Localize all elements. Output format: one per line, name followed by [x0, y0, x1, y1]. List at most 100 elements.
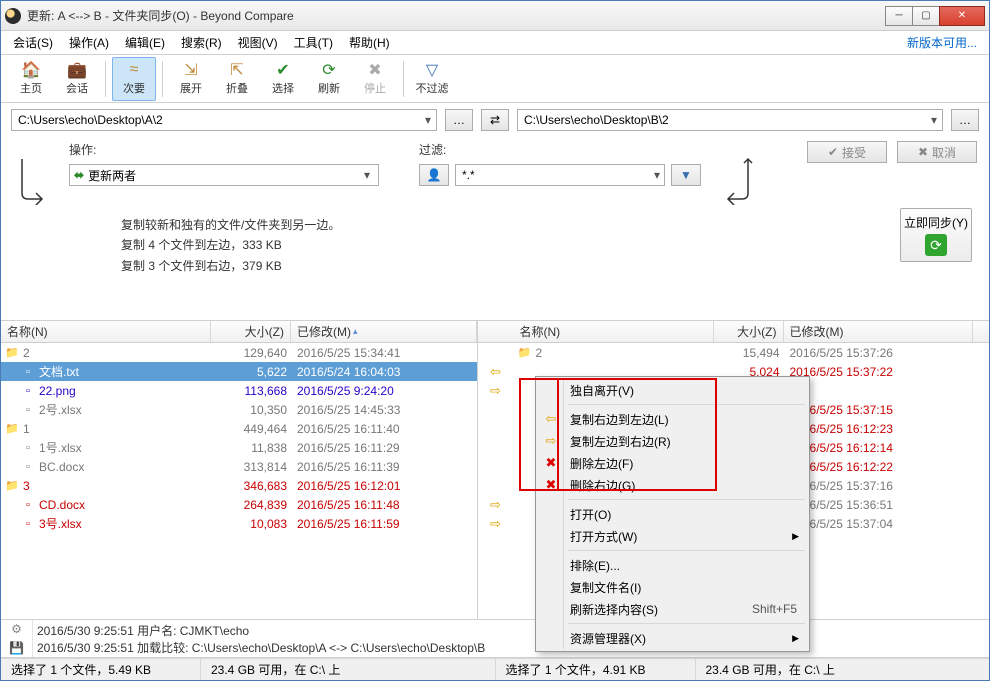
table-row[interactable]: ▫CD.docx 264,839 2016/5/25 16:11:48	[1, 495, 477, 514]
operation-dropdown[interactable]: ⬌ 更新两者 ▾	[69, 164, 379, 186]
left-flow-arrow	[13, 141, 49, 205]
col-name[interactable]: 名称(N)	[514, 321, 714, 342]
sync-direction-cell	[478, 457, 514, 476]
minimize-button[interactable]: ─	[885, 6, 913, 26]
toolbar: 🏠主页 💼会话 ≈次要 ⇲展开 ⇱折叠 ✔选择 ⟳刷新 ✖停止 ▽不过滤	[1, 55, 989, 103]
folder-icon: 📁	[5, 422, 19, 436]
file-icon: ▫	[21, 384, 35, 398]
sync-icon: ⟳	[925, 234, 947, 256]
table-row[interactable]: 📁2 129,640 2016/5/25 15:34:41	[1, 343, 477, 362]
right-browse-button[interactable]: …	[951, 109, 979, 131]
filter-label: 过滤:	[419, 141, 701, 158]
close-button[interactable]: ✕	[939, 6, 985, 26]
log-line: 2016/5/30 9:25:51 用户名: CJMKT\echo	[37, 622, 985, 639]
table-row[interactable]: ▫22.png 113,668 2016/5/25 9:24:20	[1, 381, 477, 400]
menu-edit[interactable]: 编辑(E)	[119, 32, 171, 53]
file-panes: 名称(N) 大小(Z) 已修改(M) 📁2 129,640 2016/5/25 …	[1, 320, 989, 620]
status-free-right: 23.4 GB 可用，在 C:\ 上	[696, 659, 990, 680]
sync-direction-cell	[478, 476, 514, 495]
ctx-delete-left[interactable]: ✖删除左边(F)	[538, 452, 807, 474]
maximize-button[interactable]: ▢	[912, 6, 940, 26]
file-icon: ▫	[21, 517, 35, 531]
folder-icon: 📁	[5, 346, 19, 360]
table-row[interactable]: ▫1号.xlsx 11,838 2016/5/25 16:11:29	[1, 438, 477, 457]
operation-area: 操作: ⬌ 更新两者 ▾ 过滤: 👤 ▾ ▼ ✔接受 ✖取消	[1, 137, 989, 215]
left-browse-button[interactable]: …	[445, 109, 473, 131]
menu-actions[interactable]: 操作(A)	[63, 32, 115, 53]
table-row[interactable]: 📁1 449,464 2016/5/25 16:11:40	[1, 419, 477, 438]
table-row[interactable]: ▫文档.txt 5,622 2016/5/24 16:04:03	[1, 362, 477, 381]
sessions-button[interactable]: 💼会话	[55, 57, 99, 101]
sync-both-icon: ⬌	[74, 168, 84, 182]
ctx-delete-right[interactable]: ✖删除右边(G)	[538, 474, 807, 496]
table-row[interactable]: ▫2号.xlsx 10,350 2016/5/25 14:45:33	[1, 400, 477, 419]
ctx-copy-filename[interactable]: 复制文件名(I)	[538, 576, 807, 598]
update-available-link[interactable]: 新版本可用...	[901, 32, 983, 53]
select-button[interactable]: ✔选择	[261, 57, 305, 101]
chevron-down-icon: ▾	[360, 168, 374, 182]
col-size[interactable]: 大小(Z)	[211, 321, 291, 342]
col-modified[interactable]: 已修改(M)	[784, 321, 974, 342]
refresh-button[interactable]: ⟳刷新	[307, 57, 351, 101]
folder-icon: 📁	[518, 346, 532, 360]
menu-help[interactable]: 帮助(H)	[343, 32, 396, 53]
ctx-isolate[interactable]: 独自离开(V)	[538, 379, 807, 401]
ctx-refresh-selection[interactable]: 刷新选择内容(S)Shift+F5	[538, 598, 807, 620]
menu-search[interactable]: 搜索(R)	[175, 32, 228, 53]
status-bar: 选择了 1 个文件，5.49 KB 23.4 GB 可用，在 C:\ 上 选择了…	[1, 658, 989, 680]
sync-arrow-column: ⇦⇨⇨⇨	[478, 321, 514, 619]
delete-icon: ✖	[543, 477, 559, 493]
home-icon: 🏠	[22, 61, 40, 79]
menu-view[interactable]: 视图(V)	[232, 32, 284, 53]
table-row[interactable]: ▫3号.xlsx 10,083 2016/5/25 16:11:59	[1, 514, 477, 533]
sync-now-button[interactable]: 立即同步(Y) ⟳	[900, 208, 972, 262]
path-row: ▾ … ⇄ ▾ …	[1, 103, 989, 137]
gear-icon[interactable]: ⚙	[11, 622, 22, 636]
menu-tools[interactable]: 工具(T)	[288, 32, 339, 53]
dropdown-icon[interactable]: ▾	[926, 113, 942, 127]
collapse-button[interactable]: ⇱折叠	[215, 57, 259, 101]
left-path-box[interactable]: ▾	[11, 109, 437, 131]
left-pane: 名称(N) 大小(Z) 已修改(M) 📁2 129,640 2016/5/25 …	[1, 321, 478, 619]
file-icon: ▫	[21, 403, 35, 417]
ctx-explorer[interactable]: 资源管理器(X)▶	[538, 627, 807, 649]
swap-button[interactable]: ⇄	[481, 109, 509, 131]
table-row[interactable]: 📁2 15,494 2016/5/25 15:37:26	[514, 343, 990, 362]
ctx-open-with[interactable]: 打开方式(W)▶	[538, 525, 807, 547]
filter-input[interactable]	[456, 168, 650, 182]
expand-button[interactable]: ⇲展开	[169, 57, 213, 101]
menu-session[interactable]: 会话(S)	[7, 32, 59, 53]
log-line: 2016/5/30 9:25:51 加载比较: C:\Users\echo\De…	[37, 639, 985, 656]
ctx-exclude[interactable]: 排除(E)...	[538, 554, 807, 576]
table-row[interactable]: 📁3 346,683 2016/5/25 16:12:01	[1, 476, 477, 495]
nofilter-button[interactable]: ▽不过滤	[410, 57, 454, 101]
sync-direction-cell: ⇨	[478, 514, 514, 533]
filter-input-box[interactable]: ▾	[455, 164, 665, 186]
filter-toggle-button[interactable]: ▼	[671, 164, 701, 186]
right-flow-arrow	[721, 141, 757, 205]
expand-icon: ⇲	[182, 61, 200, 79]
stop-icon: ✖	[366, 61, 384, 79]
col-modified[interactable]: 已修改(M)	[291, 321, 477, 342]
presets-button[interactable]: 👤	[419, 164, 449, 186]
accept-button[interactable]: ✔接受	[807, 141, 887, 163]
col-name[interactable]: 名称(N)	[1, 321, 211, 342]
left-path-input[interactable]	[12, 113, 420, 127]
menu-bar: 会话(S) 操作(A) 编辑(E) 搜索(R) 视图(V) 工具(T) 帮助(H…	[1, 31, 989, 55]
minor-button[interactable]: ≈次要	[112, 57, 156, 101]
home-button[interactable]: 🏠主页	[9, 57, 53, 101]
table-row[interactable]: ▫BC.docx 313,814 2016/5/25 16:11:39	[1, 457, 477, 476]
operation-description: 复制较新和独有的文件/文件夹到另一边。 复制 4 个文件到左边，333 KB 复…	[1, 215, 989, 280]
col-size[interactable]: 大小(Z)	[714, 321, 784, 342]
window-title: 更新: A <--> B - 文件夹同步(O) - Beyond Compare	[27, 7, 886, 24]
arrow-right-icon: ⇨	[543, 433, 559, 449]
right-path-input[interactable]	[518, 113, 926, 127]
ctx-copy-right-to-left[interactable]: ⇦复制右边到左边(L)	[538, 408, 807, 430]
ctx-copy-left-to-right[interactable]: ⇨复制左边到右边(R)	[538, 430, 807, 452]
cancel-button[interactable]: ✖取消	[897, 141, 977, 163]
ctx-open[interactable]: 打开(O)	[538, 503, 807, 525]
submenu-arrow-icon: ▶	[792, 531, 799, 542]
right-path-box[interactable]: ▾	[517, 109, 943, 131]
dropdown-icon[interactable]: ▾	[420, 113, 436, 127]
save-icon[interactable]: 💾	[9, 641, 24, 655]
